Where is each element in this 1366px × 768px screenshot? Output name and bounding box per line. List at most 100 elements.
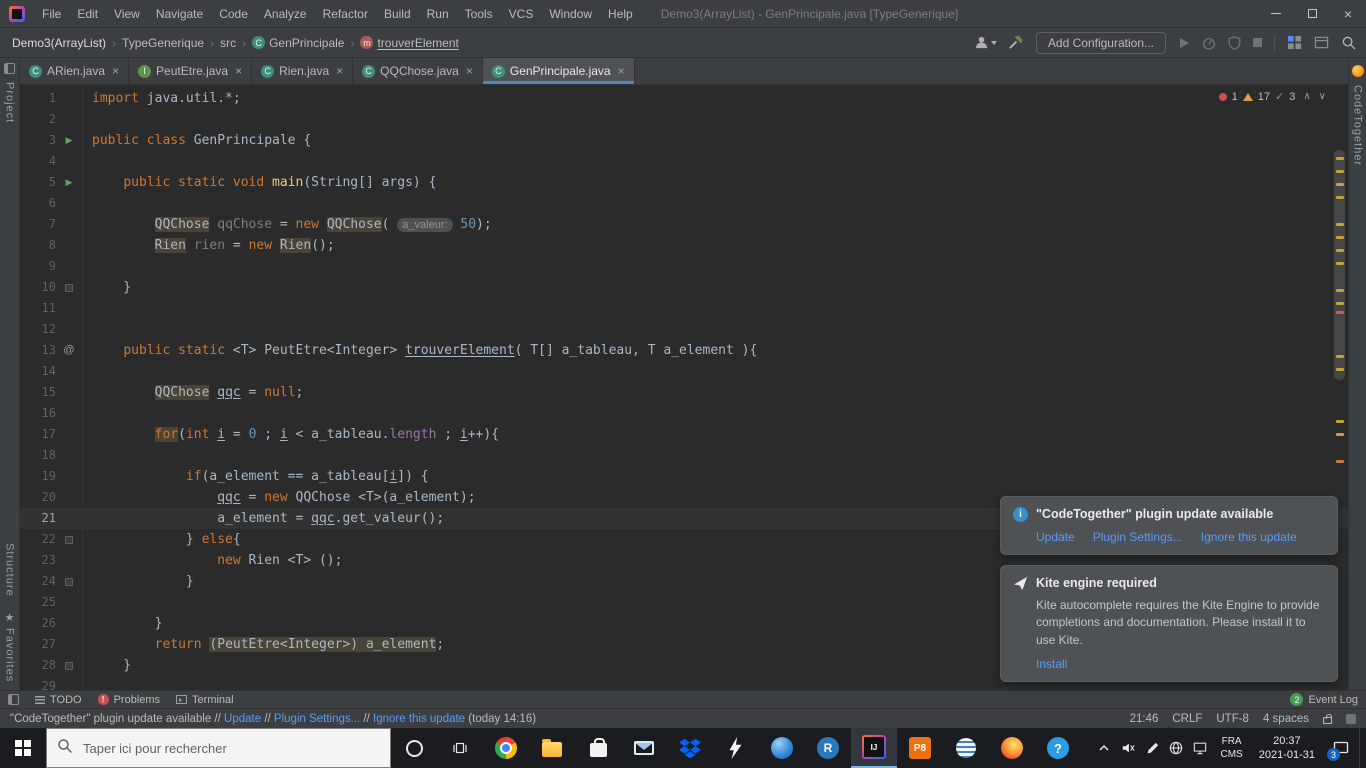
sidebar-item-structure[interactable]: Structure xyxy=(4,543,16,597)
tab-close-icon[interactable]: × xyxy=(466,64,473,78)
code-line-17[interactable]: 17 for(int i = 0 ; i < a_tableau.length … xyxy=(20,424,1348,445)
prev-problem-icon[interactable]: ∧ xyxy=(1303,91,1310,102)
breadcrumb-item[interactable]: TypeGenerique xyxy=(120,36,206,50)
inspection-widget[interactable]: 1 17 ✓ 3 ∧ ∨ xyxy=(1219,90,1326,103)
code-line-10[interactable]: 10 } xyxy=(20,277,1348,298)
start-button[interactable] xyxy=(0,728,46,768)
taskbar-search[interactable] xyxy=(46,728,391,768)
notification-link[interactable]: Update xyxy=(1036,530,1075,544)
profiler-icon[interactable] xyxy=(1202,36,1216,50)
add-configuration-button[interactable]: Add Configuration... xyxy=(1036,32,1166,54)
tab-qqchose-java[interactable]: CQQChose.java× xyxy=(353,58,483,84)
menu-vcs[interactable]: VCS xyxy=(501,7,542,21)
cortana-button[interactable] xyxy=(391,728,437,768)
stripe-mark[interactable] xyxy=(1336,460,1344,463)
menu-view[interactable]: View xyxy=(106,7,148,21)
notification-center-button[interactable]: 3 xyxy=(1323,728,1359,768)
tab-close-icon[interactable]: × xyxy=(336,64,343,78)
stripe-mark[interactable] xyxy=(1336,420,1344,423)
notification-link[interactable]: Ignore this update xyxy=(1201,530,1297,544)
search-everywhere-icon[interactable] xyxy=(1341,35,1356,50)
notification-link[interactable]: Install xyxy=(1036,657,1067,671)
menu-help[interactable]: Help xyxy=(600,7,641,21)
tray-pen-icon[interactable] xyxy=(1140,728,1164,768)
code-line-2[interactable]: 2 xyxy=(20,109,1348,130)
code-line-7[interactable]: 7 QQChose qqChose = new QQChose( a_valeu… xyxy=(20,214,1348,235)
breadcrumb-item[interactable]: mtrouverElement xyxy=(358,36,460,50)
tray-monitor-icon[interactable] xyxy=(1188,728,1212,768)
run-icon[interactable]: ▶ xyxy=(56,130,82,151)
project-structure-icon[interactable] xyxy=(1287,35,1302,50)
tab-peutetre-java[interactable]: IPeutEtre.java× xyxy=(129,58,252,84)
kite-status-icon[interactable] xyxy=(1352,65,1364,77)
fold-icon[interactable] xyxy=(56,571,82,592)
toolwindow-terminal[interactable]: Terminal xyxy=(176,694,234,706)
toolwindow-todo[interactable]: TODO xyxy=(35,694,82,706)
project-toolwindow-icon[interactable] xyxy=(4,63,15,74)
taskbar-icon-lightning-app[interactable] xyxy=(713,728,759,768)
tab-close-icon[interactable]: × xyxy=(112,64,119,78)
fold-icon[interactable] xyxy=(56,655,82,676)
taskbar-icon-striped-app[interactable] xyxy=(943,728,989,768)
menu-tools[interactable]: Tools xyxy=(457,7,501,21)
tab-close-icon[interactable]: × xyxy=(235,64,242,78)
stripe-mark[interactable] xyxy=(1336,311,1344,314)
file-encoding[interactable]: UTF-8 xyxy=(1216,713,1249,725)
code-line-9[interactable]: 9 xyxy=(20,256,1348,277)
coverage-icon[interactable] xyxy=(1228,36,1241,50)
menu-navigate[interactable]: Navigate xyxy=(148,7,211,21)
menu-build[interactable]: Build xyxy=(376,7,419,21)
close-button[interactable]: × xyxy=(1330,0,1366,28)
tray-network-icon[interactable] xyxy=(1164,728,1188,768)
code-line-1[interactable]: 1import java.util.*; xyxy=(20,88,1348,109)
tab-arien-java[interactable]: CARien.java× xyxy=(20,58,129,84)
taskbar-icon-r-app[interactable]: R xyxy=(805,728,851,768)
code-line-11[interactable]: 11 xyxy=(20,298,1348,319)
window-layout-icon[interactable] xyxy=(1314,35,1329,50)
tray-volume-icon[interactable] xyxy=(1116,728,1140,768)
menu-edit[interactable]: Edit xyxy=(69,7,106,21)
stripe-mark[interactable] xyxy=(1336,433,1344,436)
taskbar-icon-p8-app[interactable]: P8 xyxy=(897,728,943,768)
tray-chevron-up-icon[interactable] xyxy=(1092,728,1116,768)
taskbar-icon-help-app[interactable]: ? xyxy=(1035,728,1081,768)
stripe-mark[interactable] xyxy=(1336,289,1344,292)
stop-icon[interactable] xyxy=(1253,38,1262,47)
code-line-6[interactable]: 6 xyxy=(20,193,1348,214)
code-line-13[interactable]: 13@ public static <T> PeutEtre<Integer> … xyxy=(20,340,1348,361)
breadcrumb-item[interactable]: CGenPrincipale xyxy=(250,36,346,50)
stripe-mark[interactable] xyxy=(1336,157,1344,160)
stripe-mark[interactable] xyxy=(1336,368,1344,371)
inspections-toggle-icon[interactable] xyxy=(1346,714,1356,724)
menu-run[interactable]: Run xyxy=(419,7,457,21)
stripe-mark[interactable] xyxy=(1336,355,1344,358)
minimize-button[interactable] xyxy=(1258,0,1294,28)
search-input[interactable] xyxy=(81,740,380,757)
code-line-16[interactable]: 16 xyxy=(20,403,1348,424)
code-line-19[interactable]: 19 if(a_element == a_tableau[i]) { xyxy=(20,466,1348,487)
caret-position[interactable]: 21:46 xyxy=(1130,713,1159,725)
lock-icon[interactable] xyxy=(1323,717,1332,724)
maximize-button[interactable] xyxy=(1294,0,1330,28)
code-line-18[interactable]: 18 xyxy=(20,445,1348,466)
status-link[interactable]: Plugin Settings... xyxy=(274,713,360,725)
code-line-8[interactable]: 8 Rien rien = new Rien(); xyxy=(20,235,1348,256)
vcs-user-icon[interactable] xyxy=(974,35,997,50)
stripe-mark[interactable] xyxy=(1336,249,1344,252)
code-line-3[interactable]: 3▶public class GenPrincipale { xyxy=(20,130,1348,151)
taskbar-icon-chrome[interactable] xyxy=(483,728,529,768)
show-desktop-button[interactable] xyxy=(1359,728,1366,768)
line-ending[interactable]: CRLF xyxy=(1172,713,1202,725)
run-icon[interactable] xyxy=(1178,37,1190,49)
status-link[interactable]: Update xyxy=(224,713,261,725)
menu-window[interactable]: Window xyxy=(541,7,600,21)
sidebar-item-project[interactable]: Project xyxy=(4,82,16,123)
breadcrumb-item[interactable]: src xyxy=(218,36,238,50)
breadcrumb-item[interactable]: Demo3(ArrayList) xyxy=(10,36,108,50)
taskbar-icon-firefox[interactable] xyxy=(989,728,1035,768)
stripe-mark[interactable] xyxy=(1336,183,1344,186)
next-problem-icon[interactable]: ∨ xyxy=(1319,91,1326,102)
tab-rien-java[interactable]: CRien.java× xyxy=(252,58,353,84)
code-line-4[interactable]: 4 xyxy=(20,151,1348,172)
stripe-mark[interactable] xyxy=(1336,236,1344,239)
